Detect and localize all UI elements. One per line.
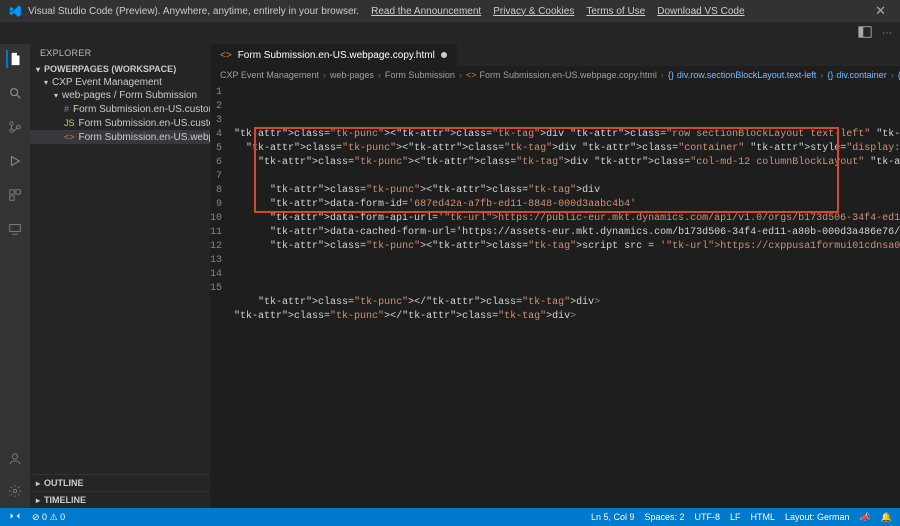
status-eol[interactable]: LF [730,512,741,522]
chevron-down-icon: ▾ [54,91,58,100]
breadcrumb-item: {}div.container [827,70,886,80]
breadcrumb-item: <>Form Submission.en-US.webpage.copy.htm… [466,70,657,80]
feedback-icon[interactable]: 📣 [860,512,871,523]
activity-search-icon[interactable] [6,84,24,102]
brace-icon: {} [668,70,674,80]
sidebar-title: EXPLORER [30,44,210,62]
html-file-icon: <> [466,70,477,80]
activity-account-icon[interactable] [6,450,24,468]
banner-link-announcement[interactable]: Read the Announcement [371,6,481,17]
html-file-icon: <> [64,131,75,143]
sidebar: EXPLORER ▾POWERPAGES (WORKSPACE) ▾CXP Ev… [30,44,210,508]
chevron-down-icon: ▾ [36,65,40,74]
chevron-right-icon: ▸ [36,496,40,505]
banner-link-download[interactable]: Download VS Code [657,6,744,17]
code-content[interactable]: "tk-attr">class="tk-punc"><"tk-attr">cla… [230,84,900,508]
status-problems[interactable]: ⊘ 0 ⚠ 0 [32,512,65,523]
tree-file-html[interactable]: <>Form Submission.en-US.webpage.copy... [30,130,210,144]
code-editor[interactable]: 123456789101112131415 "tk-attr">class="t… [210,84,900,508]
remote-indicator-icon[interactable] [8,509,22,525]
banner-link-privacy[interactable]: Privacy & Cookies [493,6,574,17]
statusbar: ⊘ 0 ⚠ 0 Ln 5, Col 9 Spaces: 2 UTF-8 LF H… [0,508,900,526]
titlebar: Visual Studio Code (Preview). Anywhere, … [0,0,900,22]
activity-remote-icon[interactable] [6,220,24,238]
breadcrumbs[interactable]: CXP Event Management› web-pages› Form Su… [210,66,900,84]
activity-settings-icon[interactable] [6,482,24,500]
timeline-header[interactable]: ▸TIMELINE [30,491,210,508]
close-icon[interactable]: ✕ [869,3,892,19]
status-layout[interactable]: Layout: German [785,512,850,522]
html-file-icon: <> [220,50,232,61]
breadcrumb-item: {}div.row.sectionBlockLayout.text-left [668,70,816,80]
breadcrumb-item: Form Submission [385,70,455,80]
vscode-logo-icon [8,4,22,18]
chevron-down-icon: ▾ [44,78,48,87]
more-icon[interactable]: ⋯ [882,28,892,39]
tree-folder-root[interactable]: ▾CXP Event Management [30,76,210,89]
status-encoding[interactable]: UTF-8 [695,512,721,522]
editor-tabs: <> Form Submission.en-US.webpage.copy.ht… [210,44,900,66]
activity-extensions-icon[interactable] [6,186,24,204]
chevron-right-icon: ▸ [36,479,40,488]
banner-product: Visual Studio Code (Preview). Anywhere, … [28,6,359,17]
file-tree: ▾CXP Event Management ▾web-pages / Form … [30,76,210,148]
modified-dot-icon [441,52,447,58]
tree-file-css[interactable]: #Form Submission.en-US.customcss.css [30,102,210,116]
activity-scm-icon[interactable] [6,118,24,136]
editor-area: <> Form Submission.en-US.webpage.copy.ht… [210,44,900,508]
activity-explorer-icon[interactable] [6,50,24,68]
brace-icon: {} [827,70,833,80]
banner-text: Visual Studio Code (Preview). Anywhere, … [28,6,869,17]
status-lncol[interactable]: Ln 5, Col 9 [591,512,635,522]
breadcrumb-item: web-pages [330,70,374,80]
tree-folder[interactable]: ▾web-pages / Form Submission [30,89,210,102]
workspace-header[interactable]: ▾POWERPAGES (WORKSPACE) [30,62,210,76]
status-lang[interactable]: HTML [751,512,776,522]
js-file-icon: JS [64,117,75,129]
tree-file-js[interactable]: JSForm Submission.en-US.customjs.js [30,116,210,130]
layout-icon[interactable] [858,25,872,42]
activity-debug-icon[interactable] [6,152,24,170]
css-file-icon: # [64,103,69,115]
line-gutter: 123456789101112131415 [210,84,230,508]
banner-link-terms[interactable]: Terms of Use [586,6,645,17]
outline-header[interactable]: ▸OUTLINE [30,474,210,491]
bell-icon[interactable]: 🔔 [881,512,892,523]
editor-tab[interactable]: <> Form Submission.en-US.webpage.copy.ht… [210,44,458,66]
activitybar [0,44,30,508]
command-bar: ⋯ [0,22,900,44]
breadcrumb-item: CXP Event Management [220,70,319,80]
status-spaces[interactable]: Spaces: 2 [644,512,684,522]
tab-label: Form Submission.en-US.webpage.copy.html [238,50,435,61]
